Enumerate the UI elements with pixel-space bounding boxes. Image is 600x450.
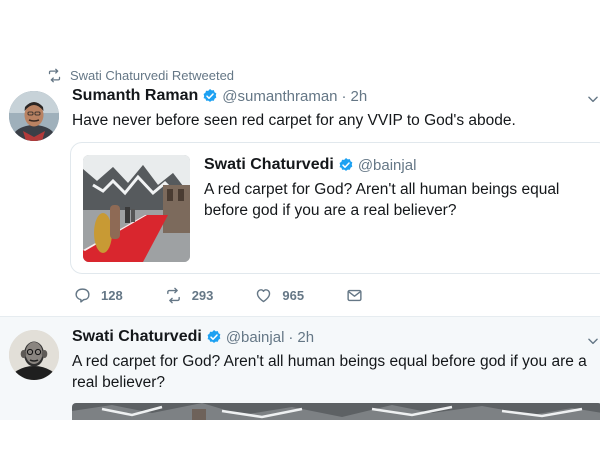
like-button[interactable]: 965 xyxy=(255,287,304,304)
separator-dot: · xyxy=(341,87,347,105)
retweet-icon xyxy=(166,287,180,304)
like-count: 965 xyxy=(282,288,305,303)
retweet-icon xyxy=(48,68,61,82)
tweet-text: Have never before seen red carpet for an… xyxy=(72,112,516,129)
author-handle[interactable]: @sumanthraman xyxy=(222,88,337,105)
reply-icon xyxy=(75,288,90,303)
retweet-context: Swati Chaturvedi Retweeted xyxy=(47,67,234,83)
avatar-photo xyxy=(9,330,59,380)
quoted-tweet-text: A red carpet for God? Aren't all human b… xyxy=(204,181,560,219)
avatar[interactable] xyxy=(9,91,59,141)
quoted-tweet-card[interactable]: Swati Chaturvedi @bainjal A red carpet f… xyxy=(70,142,600,274)
timeline-feed: Swati Chaturvedi Retweeted Sumanth Raman xyxy=(0,58,600,420)
verified-badge-icon xyxy=(207,330,221,343)
tweet-header: Swati Chaturvedi @bainjal · 2h xyxy=(72,328,314,346)
tweet-actions: 128 293 965 xyxy=(74,287,373,304)
tweet-retweeted[interactable]: Swati Chaturvedi Retweeted Sumanth Raman xyxy=(0,58,600,316)
author-name[interactable]: Sumanth Raman xyxy=(72,87,198,105)
tweet-time[interactable]: 2h xyxy=(351,88,368,105)
separator-dot: · xyxy=(288,328,294,346)
heart-icon xyxy=(257,289,271,303)
quoted-author-name[interactable]: Swati Chaturvedi xyxy=(204,156,334,174)
mountain-photo xyxy=(72,403,600,420)
quoted-author-handle[interactable]: @bainjal xyxy=(358,157,417,174)
verified-badge-icon xyxy=(203,89,217,102)
red-carpet-photo xyxy=(83,155,190,262)
author-name[interactable]: Swati Chaturvedi xyxy=(72,328,202,346)
quoted-tweet-image[interactable] xyxy=(83,155,190,262)
verified-badge-icon xyxy=(339,158,353,171)
reply-button[interactable]: 128 xyxy=(74,287,123,304)
tweet-text: A red carpet for God? Aren't all human b… xyxy=(72,353,587,391)
quoted-tweet-header: Swati Chaturvedi @bainjal xyxy=(204,156,416,174)
avatar[interactable] xyxy=(9,330,59,380)
tweet-time[interactable]: 2h xyxy=(297,329,314,346)
retweet-context-label: Swati Chaturvedi Retweeted xyxy=(70,67,235,83)
tweet-header: Sumanth Raman @sumanthraman · 2h xyxy=(72,87,367,105)
chevron-down-icon[interactable] xyxy=(586,92,600,106)
avatar-photo xyxy=(9,91,59,141)
tweet-media-image[interactable] xyxy=(72,403,600,420)
author-handle[interactable]: @bainjal xyxy=(226,329,285,346)
direct-message-button[interactable] xyxy=(346,287,373,304)
envelope-icon xyxy=(347,289,362,302)
retweet-count: 293 xyxy=(191,288,214,303)
retweet-button[interactable]: 293 xyxy=(165,287,214,304)
reply-count: 128 xyxy=(101,288,123,303)
chevron-down-icon[interactable] xyxy=(586,334,600,348)
